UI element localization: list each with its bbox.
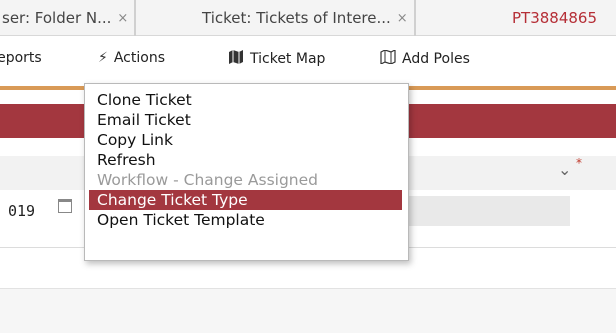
reports-button[interactable]: Reports (0, 50, 42, 66)
tab-tickets-of-interest[interactable]: Ticket: Tickets of Intere... × (196, 0, 416, 36)
actions-dropdown-menu: Clone Ticket Email Ticket Copy Link Refr… (84, 83, 409, 261)
tab-label: Ticket: Tickets of Intere... (202, 9, 391, 27)
map-outline-icon (380, 49, 396, 68)
reports-label: Reports (0, 50, 42, 66)
map-icon (228, 50, 244, 68)
menu-item-refresh[interactable]: Refresh (85, 150, 408, 170)
close-icon[interactable]: × (117, 11, 128, 26)
menu-item-clone-ticket[interactable]: Clone Ticket (85, 90, 408, 110)
tab-ticket-pt3884865[interactable]: PT3884865 (506, 0, 603, 36)
bottom-panel (0, 288, 616, 333)
date-field-value[interactable]: 019 (8, 202, 35, 220)
required-marker: * (576, 156, 582, 170)
tab-strip: ser: Folder N... × Ticket: Tickets of In… (0, 0, 616, 36)
actions-label: Actions (113, 50, 165, 66)
menu-item-copy-link[interactable]: Copy Link (85, 130, 408, 150)
tab-label: PT3884865 (512, 9, 598, 27)
calendar-icon[interactable] (58, 199, 72, 213)
menu-item-open-ticket-template[interactable]: Open Ticket Template (85, 210, 408, 230)
menu-item-change-ticket-type[interactable]: Change Ticket Type (89, 190, 402, 210)
tab-folder[interactable]: ser: Folder N... × (0, 0, 137, 36)
menu-item-workflow-change-assigned: Workflow - Change Assigned (97, 171, 318, 189)
ticket-toolbar: Reports ⚡ Actions Ticket Map Add Poles (0, 36, 616, 86)
chevron-down-icon[interactable]: ⌄ (558, 160, 571, 179)
menu-item-email-ticket[interactable]: Email Ticket (85, 110, 408, 130)
tab-label: ser: Folder N... (2, 9, 112, 27)
add-poles-button[interactable]: Add Poles (380, 49, 470, 68)
actions-button[interactable]: ⚡ Actions (98, 50, 165, 66)
add-poles-label: Add Poles (402, 51, 470, 67)
close-icon[interactable]: × (397, 11, 408, 26)
ticket-map-label: Ticket Map (250, 51, 326, 67)
lightning-icon: ⚡ (98, 50, 108, 66)
ticket-map-button[interactable]: Ticket Map (228, 50, 325, 68)
